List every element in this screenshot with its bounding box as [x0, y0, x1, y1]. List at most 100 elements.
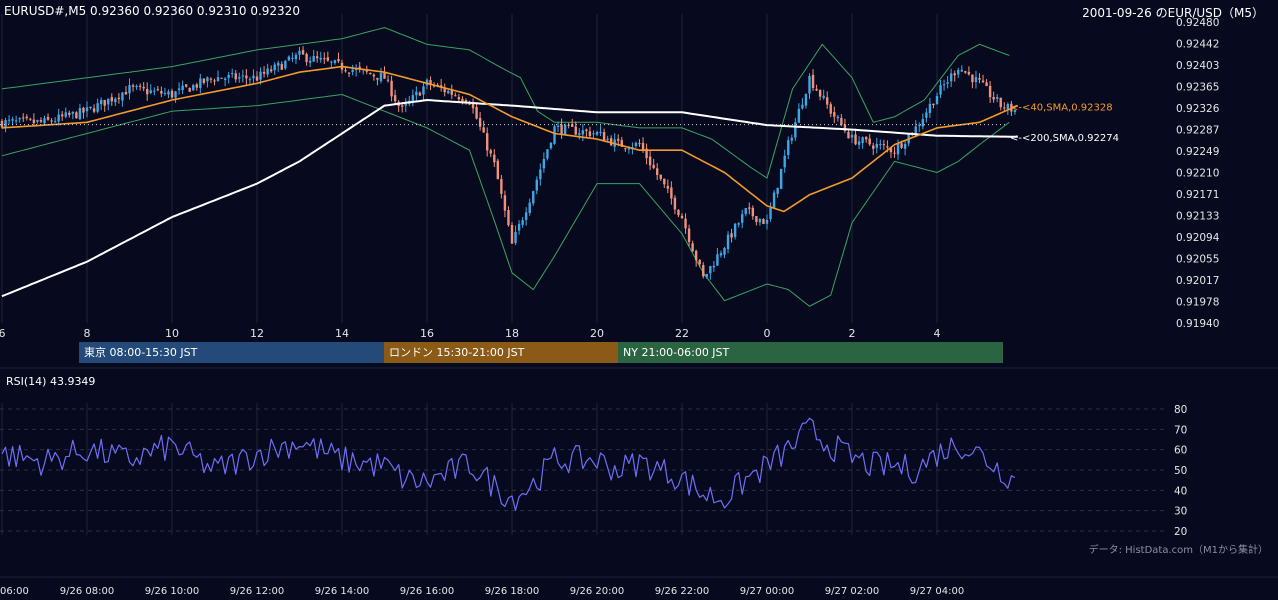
candle-body: [896, 144, 900, 155]
candle-body: [705, 273, 708, 278]
hour-tick-label: 20: [590, 327, 604, 340]
candle-body: [627, 148, 631, 150]
candle-body: [11, 119, 14, 121]
session-ny: NY 21:00-06:00 JST: [618, 342, 1003, 363]
candle-body: [316, 56, 319, 59]
candle-body: [673, 197, 677, 210]
candle-body: [811, 74, 815, 88]
candle-body: [539, 169, 542, 180]
candle-body: [996, 97, 999, 99]
candle-body: [287, 56, 291, 61]
candle-body: [776, 187, 779, 194]
candle-body: [726, 234, 730, 250]
candle-body: [471, 103, 475, 109]
candle-body: [864, 136, 868, 140]
axis-labels: <-<40,SMA,0.92328 <-<200,SMA,0.92274 0.924…: [0, 17, 1220, 597]
candle-body: [457, 97, 461, 100]
candle-body: [0, 120, 4, 128]
candle-body: [822, 95, 825, 99]
candle-body: [900, 143, 903, 148]
candle-body: [606, 138, 609, 140]
candle-body: [921, 119, 925, 127]
candle-body: [216, 77, 220, 82]
candle-body: [181, 85, 184, 91]
candle-body: [656, 168, 659, 176]
candle-body: [418, 92, 422, 96]
candle-body: [755, 216, 758, 222]
candle-body: [255, 76, 259, 81]
price-tick-label: 0.92365: [1176, 82, 1219, 94]
candle-body: [319, 57, 322, 60]
candle-body: [903, 143, 907, 149]
candle-body: [744, 207, 747, 215]
candle-body: [298, 50, 301, 55]
price-tick-label: 0.92210: [1176, 168, 1219, 180]
candle-body: [638, 143, 641, 145]
hour-tick-label: 10: [165, 327, 179, 340]
candle-body: [684, 218, 687, 229]
candle-body: [50, 120, 53, 122]
candle-body: [252, 75, 255, 79]
price-tick-label: 0.92017: [1176, 275, 1219, 287]
price-tick-label: 0.92171: [1176, 189, 1219, 201]
candle-body: [213, 80, 216, 82]
candle-body: [450, 90, 453, 95]
candle-body: [202, 78, 206, 83]
time-tick-label: 9/26 22:00: [655, 586, 709, 597]
candle-body: [92, 108, 96, 112]
candles: [0, 46, 1017, 280]
candle-body: [733, 223, 737, 237]
data-source-note: データ: HistData.com（M1から集計）: [1088, 545, 1268, 556]
candle-body: [932, 103, 935, 106]
candle-body: [43, 118, 46, 124]
moving-averages: [1, 65, 1019, 298]
candle-body: [634, 142, 638, 146]
candle-body: [131, 85, 135, 87]
sma200-annotation: <-<200,SMA,0.92274: [1010, 133, 1119, 144]
candle-body: [670, 187, 673, 199]
candle-body: [337, 58, 340, 62]
candle-body: [985, 82, 988, 86]
candle-body: [765, 219, 769, 224]
candle-body: [507, 210, 510, 226]
candle-body: [227, 74, 230, 78]
candle-body: [280, 64, 283, 70]
ohlc-header: EURUSD#,M5 0.92360 0.92360 0.92310 0.923…: [4, 4, 300, 18]
candle-body: [928, 103, 932, 114]
candle-body: [510, 225, 514, 244]
rsi-line: [1, 417, 1016, 511]
chart-canvas: <-<40,SMA,0.92328 <-<200,SMA,0.92274 0.924…: [0, 14, 1278, 597]
hour-tick-label: 12: [250, 327, 264, 340]
candle-body: [266, 68, 269, 75]
candle-body: [978, 78, 981, 80]
candle-body: [330, 61, 333, 63]
candle-body: [248, 79, 252, 81]
candle-body: [32, 119, 36, 124]
rsi-label: RSI(14) 43.9349: [6, 375, 96, 388]
candle-body: [146, 89, 149, 95]
candle-body: [103, 99, 106, 106]
candle-body: [291, 57, 294, 59]
candle-body: [503, 195, 507, 211]
candle-body: [999, 97, 1002, 108]
rsi-line-path: [1, 417, 1016, 511]
candle-body: [220, 77, 223, 79]
candle-body: [393, 95, 397, 102]
candle-body: [687, 228, 691, 243]
candle-body: [737, 223, 740, 225]
candle-body: [992, 96, 995, 100]
time-tick-label: 9/26 14:00: [315, 586, 369, 597]
rsi-tick-label: 70: [1174, 424, 1187, 436]
candle-body: [988, 85, 992, 98]
candle-body: [818, 89, 822, 97]
candle-body: [875, 143, 878, 148]
candle-body: [124, 91, 128, 95]
candle-body: [581, 130, 585, 135]
candle-body: [850, 134, 854, 138]
candle-body: [677, 209, 680, 216]
candle-body: [294, 54, 298, 60]
rsi-tick-label: 20: [1174, 526, 1187, 538]
candle-body: [535, 179, 538, 191]
candle-body: [206, 77, 209, 82]
candle-body: [128, 85, 131, 94]
